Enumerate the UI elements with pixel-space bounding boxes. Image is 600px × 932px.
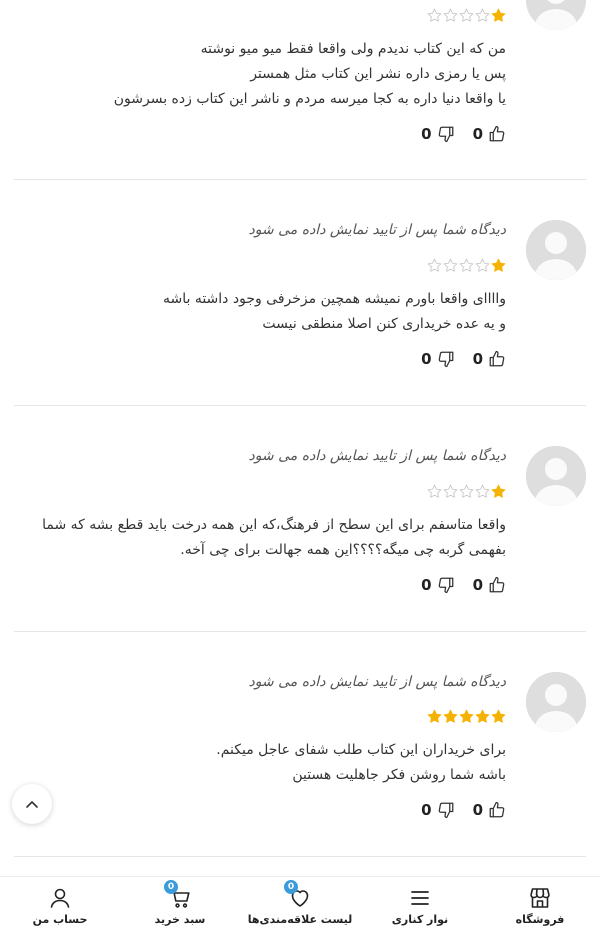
star-filled-icon	[443, 709, 458, 723]
comment-line: پس یا رمزی داره نشر این کتاب مثل همستر	[250, 66, 506, 82]
dislike-button[interactable]: 0	[421, 576, 454, 594]
star-empty-icon	[475, 8, 490, 22]
divider	[14, 631, 586, 632]
store-icon	[530, 888, 550, 908]
dislike-button[interactable]: 0	[421, 801, 454, 819]
rating-stars	[427, 709, 506, 724]
nav-store[interactable]: فروشگاه	[480, 877, 600, 926]
comment-line: واقعا متاسفم برای این سطح از فرهنگ،که ای…	[42, 517, 506, 533]
moderation-notice: دیدگاه شما پس از تایید نمایش داده می شود	[248, 448, 506, 464]
comment-text: من که این کتاب ندیدم ولی واقعا فقط میو م…	[10, 37, 506, 112]
comment-line: یا واقعا دنیا داره به کجا میرسه مردم و ن…	[113, 91, 506, 107]
nav-wishlist[interactable]: 0 لیست علاقه‌مندی‌ها	[240, 877, 360, 926]
star-empty-icon	[443, 258, 458, 272]
dislike-button[interactable]: 0	[421, 350, 454, 368]
thumbs-up-icon	[489, 801, 505, 818]
comment-text: واااای واقعا باورم نمیشه همچین مزخرفی وج…	[10, 287, 506, 337]
moderation-notice: دیدگاه شما پس از تایید نمایش داده می شود	[248, 222, 506, 238]
moderation-notice: دیدگاه شما پس از تایید نمایش داده می شود	[248, 674, 506, 690]
star-filled-icon	[491, 709, 506, 723]
avatar	[526, 220, 586, 280]
like-button[interactable]: 0	[473, 576, 506, 594]
avatar	[526, 446, 586, 506]
nav-label: فروشگاه	[515, 913, 565, 926]
star-empty-icon	[459, 8, 474, 22]
avatar	[526, 672, 586, 732]
rating-stars	[427, 8, 506, 23]
cart-count-badge: 0	[164, 880, 178, 894]
avatar	[526, 0, 586, 30]
star-empty-icon	[475, 484, 490, 498]
nav-sidebar[interactable]: نوار کناری	[360, 877, 480, 926]
comment-votes: 0 0	[421, 350, 506, 368]
scroll-to-top-button[interactable]	[12, 784, 52, 824]
nav-label: حساب من	[32, 913, 88, 926]
wishlist-count-badge: 0	[284, 880, 298, 894]
star-empty-icon	[475, 258, 490, 272]
star-empty-icon	[427, 258, 442, 272]
comment-text: برای خریداران این کتاب طلب شفای عاجل میک…	[10, 738, 506, 788]
comment-votes: 0 0	[421, 801, 506, 819]
star-empty-icon	[443, 8, 458, 22]
comment-line: و یه عده خریداری کنن اصلا منطقی نیست	[262, 316, 506, 332]
bottom-navigation: فروشگاه نوار کناری 0 لیست علاقه‌مندی‌ها …	[0, 876, 600, 932]
star-filled-icon	[475, 709, 490, 723]
thumbs-down-icon	[438, 802, 453, 819]
nav-cart[interactable]: 0 سبد خرید	[120, 877, 240, 926]
nav-label: لیست علاقه‌مندی‌ها	[247, 913, 353, 926]
dislike-count: 0	[421, 350, 432, 368]
thumbs-down-icon	[438, 126, 453, 143]
star-empty-icon	[443, 484, 458, 498]
like-count: 0	[472, 350, 483, 368]
nav-label: نوار کناری	[391, 913, 449, 926]
like-button[interactable]: 0	[473, 350, 506, 368]
thumbs-up-icon	[489, 350, 505, 367]
user-icon	[50, 888, 70, 908]
like-count: 0	[472, 801, 483, 819]
star-filled-icon	[427, 709, 442, 723]
comment-line: بفهمی گربه چی میگه؟؟؟؟این همه جهالت برای…	[180, 542, 506, 558]
thumbs-up-icon	[489, 576, 505, 593]
thumbs-up-icon	[489, 125, 505, 142]
comment-line: باشه شما روشن فکر جاهلیت هستین	[292, 767, 506, 783]
star-empty-icon	[427, 484, 442, 498]
comment-votes: 0 0	[421, 576, 506, 594]
like-button[interactable]: 0	[473, 125, 506, 143]
dislike-count: 0	[421, 576, 432, 594]
like-count: 0	[472, 576, 483, 594]
dislike-count: 0	[421, 125, 432, 143]
like-button[interactable]: 0	[473, 801, 506, 819]
divider	[14, 856, 586, 857]
nav-account[interactable]: حساب من	[0, 877, 120, 926]
dislike-button[interactable]: 0	[421, 125, 454, 143]
star-empty-icon	[459, 258, 474, 272]
star-filled-icon	[459, 709, 474, 723]
star-empty-icon	[427, 8, 442, 22]
comment-line: واااای واقعا باورم نمیشه همچین مزخرفی وج…	[162, 291, 506, 307]
star-empty-icon	[459, 484, 474, 498]
menu-icon	[411, 891, 429, 905]
thumbs-down-icon	[438, 351, 453, 368]
nav-label: سبد خرید	[154, 913, 206, 926]
divider	[14, 179, 586, 180]
comment-votes: 0 0	[421, 125, 506, 143]
rating-stars	[427, 484, 506, 499]
divider	[14, 405, 586, 406]
thumbs-down-icon	[438, 577, 453, 594]
rating-stars	[427, 258, 506, 273]
comment-line: من که این کتاب ندیدم ولی واقعا فقط میو م…	[200, 41, 506, 57]
star-filled-icon	[491, 8, 506, 22]
like-count: 0	[472, 125, 483, 143]
dislike-count: 0	[421, 801, 432, 819]
star-filled-icon	[491, 258, 506, 272]
star-filled-icon	[491, 484, 506, 498]
chevron-up-icon	[26, 801, 38, 808]
comment-line: برای خریداران این کتاب طلب شفای عاجل میک…	[216, 742, 506, 758]
comment-text: واقعا متاسفم برای این سطح از فرهنگ،که ای…	[30, 513, 506, 563]
